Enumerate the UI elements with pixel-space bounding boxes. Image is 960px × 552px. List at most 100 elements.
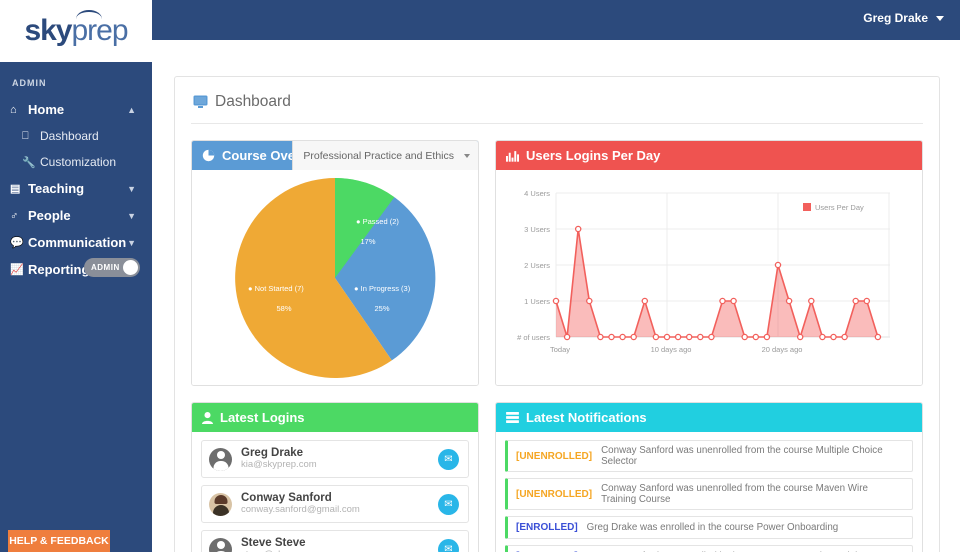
sidebar-section-label: ADMIN [12,78,47,88]
notification-text: Conway Sanford was unenrolled from the c… [601,483,868,505]
user-logins-area-chart: 4 Users 3 Users 2 Users 1 Users # of use… [517,189,890,354]
page-card: Dashboard Course Overview Professional P… [174,76,940,552]
chart-line [555,228,879,340]
sidebar-item-dashboard-label: Dashboard [40,129,99,143]
svg-text:20 days ago: 20 days ago [762,345,803,354]
panel-latest-notifications-header: Latest Notifications [496,403,922,432]
chevron-down-icon [936,15,944,21]
sidebar-item-people-label: People [28,208,71,223]
sidebar-item-teaching[interactable]: ▤ Teaching ▼ [0,175,152,202]
course-select-dropdown[interactable]: Professional Practice and Ethics [292,141,478,170]
list-item[interactable]: Steve Steve steve@skyprep.com ✉ [201,530,469,552]
sidebar-item-reporting-label: Reporting [28,262,90,277]
pie-percent-in-progress: 25% [374,304,389,313]
admin-toggle-label: ADMIN [91,263,120,272]
pie-label-not-started: ● Not Started (7) [248,284,304,293]
help-and-feedback-button[interactable]: HELP & FEEDBACK [8,530,110,552]
panel-course-overview-body: ● Passed (2) 17% ● In Progress (3) 25% ●… [192,170,478,385]
list-item[interactable]: Greg Drake kia@skyprep.com ✉ [201,440,469,478]
wrench-icon: 🔧 [22,156,36,169]
course-select-value: Professional Practice and Ethics [303,149,454,162]
panel-course-overview: Course Overview Professional Practice an… [191,140,479,386]
panel-latest-notifications: Latest Notifications [UNENROLLED] Conway… [495,402,923,552]
envelope-icon[interactable]: ✉ [438,493,459,515]
panel-latest-notifications-body: [UNENROLLED] Conway Sanford was unenroll… [496,432,922,552]
course-overview-pie-chart: ● Passed (2) 17% ● In Progress (3) 25% ●… [235,177,436,378]
chart-line-icon: 📈 [10,264,24,276]
user-menu[interactable]: Greg Drake [863,11,944,25]
logo-text-sky: sky [24,14,72,47]
dashboard-row-bottom: Latest Logins Greg Drake kia@skyprep.com… [191,402,923,552]
pie-percent-passed: 17% [360,237,375,246]
login-info: Greg Drake kia@skyprep.com [232,447,438,471]
sidebar-item-home-label: Home [28,102,65,117]
login-info: Conway Sanford conway.sanford@gmail.com [232,492,438,516]
sidebar: ADMIN ⌂ Home ▲ ⎕ Dashboard 🔧 Customizati… [0,62,152,552]
bar-chart-icon [506,150,519,162]
list-item[interactable]: [ENROLLED] Conway Sanford was enrolled i… [505,545,913,552]
status-badge: [UNENROLLED] [516,450,593,462]
chart-legend-label: Users Per Day [815,203,864,212]
avatar [209,492,232,516]
svg-text:1 Users: 1 Users [524,297,550,306]
pie-label-passed: ● Passed (2) [356,217,399,226]
panel-latest-logins-body: Greg Drake kia@skyprep.com ✉ Conway Sanf… [192,432,478,552]
person-icon [202,411,213,424]
pie-chart-icon [202,149,215,162]
sidebar-item-people[interactable]: ♂ People ▼ [0,202,152,229]
monitor-icon [193,95,208,108]
envelope-icon[interactable]: ✉ [438,448,459,470]
panel-latest-logins-header: Latest Logins [192,403,478,432]
skyprep-logo: skyprep [24,10,129,47]
notification-text: Greg Drake was enrolled in the course Po… [586,522,839,533]
sidebar-item-dashboard[interactable]: ⎕ Dashboard [0,123,152,149]
sidebar-item-customization-label: Customization [40,155,117,169]
list-item[interactable]: Conway Sanford conway.sanford@gmail.com … [201,485,469,523]
list-item[interactable]: [UNENROLLED] Conway Sanford was unenroll… [505,440,913,472]
home-icon: ⌂ [10,103,17,116]
monitor-icon: ⎕ [22,129,29,142]
svg-text:10 days ago: 10 days ago [651,345,692,354]
sidebar-item-customization[interactable]: 🔧 Customization [0,149,152,175]
svg-text:3 Users: 3 Users [524,225,550,234]
user-menu-label: Greg Drake [863,11,928,25]
login-email: conway.sanford@gmail.com [241,504,360,516]
chevron-up-icon: ▲ [127,104,136,115]
login-email: kia@skyprep.com [241,459,317,471]
list-icon [506,412,519,423]
sidebar-item-home[interactable]: ⌂ Home ▲ [0,96,152,123]
svg-text:# of users: # of users [517,333,550,342]
panel-user-logins-body: 4 Users 3 Users 2 Users 1 Users # of use… [496,170,922,385]
list-item[interactable]: [ENROLLED] Greg Drake was enrolled in th… [505,516,913,539]
title-divider [191,123,923,124]
status-badge: [UNENROLLED] [516,488,593,500]
panel-latest-notifications-title: Latest Notifications [526,410,647,425]
avatar [209,447,232,471]
logo-arc-icon [76,10,103,19]
page-title: Dashboard [191,91,923,123]
list-item[interactable]: [UNENROLLED] Conway Sanford was unenroll… [505,478,913,510]
admin-mode-toggle[interactable]: ADMIN [84,258,140,277]
dashboard-row-top: Course Overview Professional Practice an… [191,140,923,386]
envelope-icon[interactable]: ✉ [438,538,459,552]
login-info: Steve Steve steve@skyprep.com [232,537,438,552]
panel-user-logins-title: Users Logins Per Day [526,148,661,163]
sidebar-item-communication[interactable]: 💬 Communication ▼ [0,229,152,256]
status-badge: [ENROLLED] [516,522,578,533]
book-icon: ▤ [10,183,21,195]
main-content: Dashboard Course Overview Professional P… [152,62,960,552]
chat-icon: 💬 [10,237,24,249]
brand-logo[interactable]: skyprep [0,0,152,62]
dashboard-page: Greg Drake skyprep ADMIN ⌂ Home ▲ ⎕ Dash… [0,0,960,552]
avatar [209,537,232,552]
chevron-down-icon [464,153,470,158]
chevron-down-icon: ▼ [127,183,136,194]
panel-latest-logins: Latest Logins Greg Drake kia@skyprep.com… [191,402,479,552]
panel-user-logins: Users Logins Per Day 4 Users 3 Users 2 U… [495,140,923,386]
toggle-knob [123,260,138,275]
pie-label-in-progress: ● In Progress (3) [354,284,411,293]
sidebar-item-teaching-label: Teaching [28,181,85,196]
sidebar-item-communication-label: Communication [28,235,127,250]
notification-text: Conway Sanford was unenrolled from the c… [601,445,883,467]
chart-x-axis-labels: Today 10 days ago 20 days ago [550,345,802,354]
